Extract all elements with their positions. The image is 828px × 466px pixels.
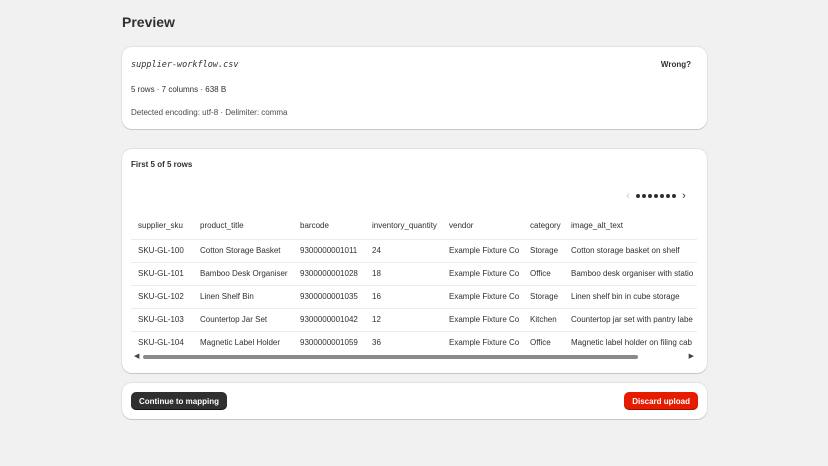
table-cell: Example Fixture Co: [442, 330, 523, 349]
table-cell: 9300000001028: [293, 261, 365, 285]
column-header: barcode: [300, 221, 329, 231]
table-cell: Kitchen: [523, 307, 564, 331]
column-header: image_alt_text: [571, 221, 624, 231]
table-row: SKU-GL-100 Cotton Storage Basket 9300000…: [131, 238, 697, 262]
page-title: Preview: [122, 14, 175, 30]
table-cell: 16: [365, 284, 442, 308]
table-cell: SKU-GL-100: [131, 238, 193, 262]
table-cell: Example Fixture Co: [442, 261, 523, 285]
page-dot[interactable]: [642, 194, 646, 198]
page-dot[interactable]: [636, 194, 640, 198]
table-cell: SKU-GL-104: [131, 330, 193, 349]
column-header: supplier_sku: [138, 221, 183, 231]
table-cell: Countertop jar set with pantry labe: [564, 307, 697, 331]
table-cell: SKU-GL-101: [131, 261, 193, 285]
arrow-right-icon[interactable]: ▶: [689, 352, 694, 362]
encoding-info: Detected encoding: utf-8 · Delimiter: co…: [131, 108, 288, 117]
table-cell: Office: [523, 330, 564, 349]
table-cell: 12: [365, 307, 442, 331]
chevron-right-icon[interactable]: ›: [679, 191, 689, 202]
scrollbar-thumb[interactable]: [143, 355, 638, 359]
table-cell: SKU-GL-103: [131, 307, 193, 331]
preview-table-scroll[interactable]: supplier_sku product_title barcode inven…: [131, 213, 697, 349]
table-cell: 24: [365, 238, 442, 262]
page-dot[interactable]: [654, 194, 658, 198]
table-cell: 9300000001035: [293, 284, 365, 308]
table-cell: 9300000001011: [293, 238, 365, 262]
table-cell: SKU-GL-102: [131, 284, 193, 308]
horizontal-scrollbar[interactable]: ◀ ▶: [131, 352, 697, 362]
file-name: supplier-workflow.csv: [131, 60, 239, 70]
file-summary: 5 rows · 7 columns · 638 B: [131, 85, 227, 94]
table-cell: Cotton storage basket on shelf: [564, 238, 697, 262]
table-cell: Magnetic label holder on filing cab: [564, 330, 697, 349]
table-cell: Example Fixture Co: [442, 307, 523, 331]
table-cell: 36: [365, 330, 442, 349]
table-row: SKU-GL-101 Bamboo Desk Organiser 9300000…: [131, 261, 697, 285]
table-cell: Example Fixture Co: [442, 284, 523, 308]
page-dot[interactable]: [666, 194, 670, 198]
page-dot[interactable]: [672, 194, 676, 198]
preview-heading: First 5 of 5 rows: [131, 160, 193, 169]
page-dot[interactable]: [648, 194, 652, 198]
table-row: SKU-GL-102 Linen Shelf Bin 9300000001035…: [131, 284, 697, 308]
table-cell: Storage: [523, 238, 564, 262]
table-cell: Storage: [523, 284, 564, 308]
wrong-file-button[interactable]: Wrong?: [661, 60, 691, 69]
table-cell: Magnetic Label Holder: [193, 330, 293, 349]
file-info-card: supplier-workflow.csv Wrong? 5 rows · 7 …: [122, 47, 707, 129]
table-cell: Countertop Jar Set: [193, 307, 293, 331]
table-cell: 18: [365, 261, 442, 285]
table-cell: Bamboo desk organiser with statio: [564, 261, 697, 285]
continue-to-mapping-button[interactable]: Continue to mapping: [131, 392, 227, 410]
actions-card: Continue to mapping Discard upload: [122, 383, 707, 419]
page-dots: [636, 194, 676, 198]
table-cell: Linen Shelf Bin: [193, 284, 293, 308]
table-cell: Example Fixture Co: [442, 238, 523, 262]
column-header: product_title: [200, 221, 244, 231]
column-header: vendor: [449, 221, 474, 231]
column-header: inventory_quantity: [372, 221, 437, 231]
table-row: SKU-GL-104 Magnetic Label Holder 9300000…: [131, 330, 697, 349]
preview-table: supplier_sku product_title barcode inven…: [131, 213, 697, 349]
table-cell: 9300000001042: [293, 307, 365, 331]
page-dot[interactable]: [660, 194, 664, 198]
table-cell: Linen shelf bin in cube storage: [564, 284, 697, 308]
table-header-row: supplier_sku product_title barcode inven…: [131, 213, 697, 239]
column-header: category: [530, 221, 561, 231]
discard-upload-button[interactable]: Discard upload: [624, 392, 698, 410]
chevron-left-icon[interactable]: ‹: [623, 191, 633, 202]
table-cell: Bamboo Desk Organiser: [193, 261, 293, 285]
preview-card: First 5 of 5 rows ‹ › supplier_sku produ…: [122, 149, 707, 373]
table-cell: Cotton Storage Basket: [193, 238, 293, 262]
pagination: ‹ ›: [623, 191, 689, 202]
table-row: SKU-GL-103 Countertop Jar Set 9300000001…: [131, 307, 697, 331]
table-cell: 9300000001059: [293, 330, 365, 349]
arrow-left-icon[interactable]: ◀: [134, 352, 139, 362]
table-cell: Office: [523, 261, 564, 285]
